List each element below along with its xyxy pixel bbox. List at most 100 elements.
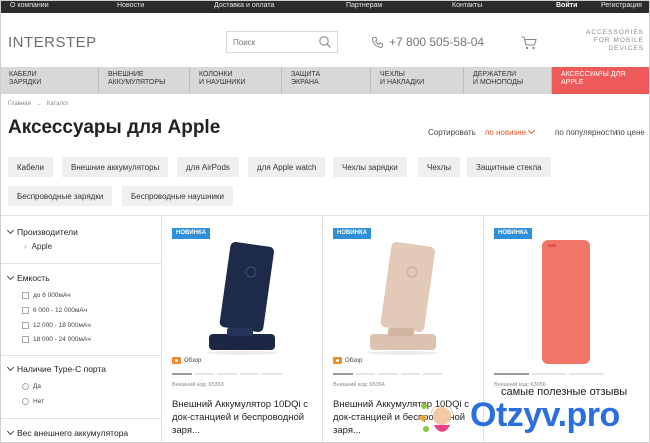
nav-item-cases[interactable]: Чехлы и накладки xyxy=(370,67,463,94)
product-image[interactable] xyxy=(197,236,297,356)
search-icon[interactable] xyxy=(318,35,332,49)
tagline-line: ACCESSORIES xyxy=(586,29,644,36)
phone-block[interactable]: +7 800 505-58-04 xyxy=(371,35,484,49)
filter-option-label: Да xyxy=(33,383,42,390)
image-pager[interactable] xyxy=(172,373,282,375)
filter-option-label: Нет xyxy=(33,398,45,405)
topbar-link-about[interactable]: О компании xyxy=(10,2,49,9)
radio-button[interactable] xyxy=(22,398,29,405)
nav-item-label: Чехлы xyxy=(380,71,405,78)
nav-item-cables[interactable]: Кабели зарядки xyxy=(0,67,98,94)
tagline-line: FOR MOBILE xyxy=(593,37,644,44)
nav-item-label: зарядки xyxy=(9,79,42,86)
product-image[interactable] xyxy=(532,238,602,368)
checkbox[interactable] xyxy=(22,322,29,329)
chip-wireless-chargers[interactable]: Беспроводные зарядки xyxy=(8,186,113,206)
phone-number[interactable]: +7 800 505-58-04 xyxy=(389,35,484,49)
filter-capacity-option[interactable]: 18 000 - 24 000мАч xyxy=(22,336,91,343)
review-label: Обзор xyxy=(184,357,202,364)
checkbox[interactable] xyxy=(22,292,29,299)
nav-item-screen-protection[interactable]: Защита экрана xyxy=(281,67,370,94)
nav-item-label: Колонки xyxy=(199,71,233,78)
nav-item-holders[interactable]: Держатели и монoподы xyxy=(463,67,551,94)
filter-manufacturers-header[interactable]: Производители xyxy=(6,226,78,237)
filter-option-label: 18 000 - 24 000мАч xyxy=(33,336,91,343)
topbar-link-partners[interactable]: Партнерам xyxy=(346,2,382,9)
topbar-link-delivery[interactable]: Доставка и оплата xyxy=(214,2,274,9)
nav-item-label: Аксессуары для xyxy=(561,71,626,78)
cart-icon[interactable] xyxy=(521,36,537,50)
filter-weight-header[interactable]: Вес внешнего аккумулятора xyxy=(6,427,128,438)
chip-airpods[interactable]: для AirPods xyxy=(177,157,239,177)
topbar-link-contacts[interactable]: Контакты xyxy=(452,2,482,9)
sort-option-popularity[interactable]: по популярности xyxy=(555,128,617,137)
chevron-down-icon xyxy=(528,126,536,135)
chevron-down-icon xyxy=(6,226,15,234)
filter-capacity-option[interactable]: до 6 000мАч xyxy=(22,292,71,299)
product-image[interactable] xyxy=(358,236,458,356)
nav-item-label: Кабели xyxy=(9,71,37,78)
nav-item-apple-accessories[interactable]: Аксессуары для Apple xyxy=(551,67,650,94)
chip-protective-glass[interactable]: Защитные стекла xyxy=(467,157,551,177)
image-pager[interactable] xyxy=(333,373,443,375)
search-box[interactable] xyxy=(226,31,338,53)
sort-option-newest[interactable]: по новизне xyxy=(485,126,536,137)
video-review-icon xyxy=(333,357,342,364)
review-link[interactable]: Обзор xyxy=(172,357,201,364)
chevron-down-icon xyxy=(6,272,15,280)
filter-separator xyxy=(0,355,161,356)
radio-button[interactable] xyxy=(22,383,29,390)
product-name[interactable]: Внешний Аккумулятор 10DQi с док-станцией… xyxy=(172,398,320,437)
topbar-link-news[interactable]: Новости xyxy=(117,2,144,9)
video-review-icon xyxy=(172,357,181,364)
image-pager[interactable] xyxy=(494,373,605,375)
nav-item-label: Внешние xyxy=(108,71,144,78)
nav-item-label: экрана xyxy=(291,79,319,86)
arrow-right-icon: › xyxy=(24,242,27,251)
site-logo[interactable]: INTERSTEP xyxy=(8,31,96,53)
filter-option-label: Apple xyxy=(31,242,53,251)
chip-cases[interactable]: Чехлы xyxy=(418,157,461,177)
product-code: Внешний код: 65364 xyxy=(333,382,385,388)
top-bar: О компании Новости Доставка и оплата Пар… xyxy=(0,0,650,13)
nav-item-speakers[interactable]: Колонки и наушники xyxy=(189,67,281,94)
sort-option-label: по новизне xyxy=(485,128,527,137)
filter-manufacturer-apple[interactable]: › Apple xyxy=(24,242,52,251)
sort-option-price[interactable]: по цене xyxy=(616,128,645,137)
filter-typec-option[interactable]: Нет xyxy=(22,398,44,405)
product-code: Внешний код: 65363 xyxy=(172,382,224,388)
search-input[interactable] xyxy=(233,36,313,49)
filter-option-label: до 6 000мАч xyxy=(33,292,71,299)
breadcrumb-home[interactable]: Главная xyxy=(8,101,31,107)
review-link[interactable]: Обзор xyxy=(333,357,362,364)
nav-item-label: Защита xyxy=(291,71,321,78)
chevron-down-icon xyxy=(6,363,15,371)
nav-item-label: аккумуляторы xyxy=(108,79,166,86)
chip-powerbanks[interactable]: Внешние аккумуляторы xyxy=(62,157,169,177)
filter-typec-option[interactable]: Да xyxy=(22,383,41,390)
chip-apple-watch[interactable]: для Apple watch xyxy=(248,157,326,177)
nav-item-label: и накладки xyxy=(380,79,425,86)
nav-item-powerbanks[interactable]: Внешние аккумуляторы xyxy=(98,67,189,94)
nav-item-label: и монoподы xyxy=(473,79,524,86)
product-card[interactable]: Новинка Обзор Внешний код: 65363 Внешний… xyxy=(162,216,323,443)
checkbox[interactable] xyxy=(22,307,29,314)
tagline: ACCESSORIES FOR MOBILE DEVICES xyxy=(560,29,644,53)
mascot-logo xyxy=(420,403,453,432)
filter-capacity-header[interactable]: Емкость xyxy=(6,272,50,283)
checkbox[interactable] xyxy=(22,336,29,343)
filter-capacity-option[interactable]: 12 000 - 18 000мАч xyxy=(22,322,91,329)
filter-typec-header[interactable]: Наличие Type-C порта xyxy=(6,363,106,374)
filter-capacity-option[interactable]: 6 000 - 12 000мАч xyxy=(22,307,87,314)
chip-cables[interactable]: Кабели xyxy=(8,157,53,177)
chip-wireless-headphones[interactable]: Беспроводные наушники xyxy=(122,186,233,206)
new-badge: Новинка xyxy=(494,228,532,239)
breadcrumb-catalog[interactable]: Каталог xyxy=(47,101,69,107)
filter-title: Емкость xyxy=(17,273,50,283)
breadcrumb: Главная → Каталог xyxy=(8,101,69,107)
login-link[interactable]: Войти xyxy=(556,2,577,9)
watermark-logo: Otzyv.pro xyxy=(470,396,620,434)
breadcrumb-separator: → xyxy=(35,101,42,107)
chip-charging-cases[interactable]: Чехлы зарядки xyxy=(333,157,407,177)
register-link[interactable]: Регистрация xyxy=(601,2,642,9)
